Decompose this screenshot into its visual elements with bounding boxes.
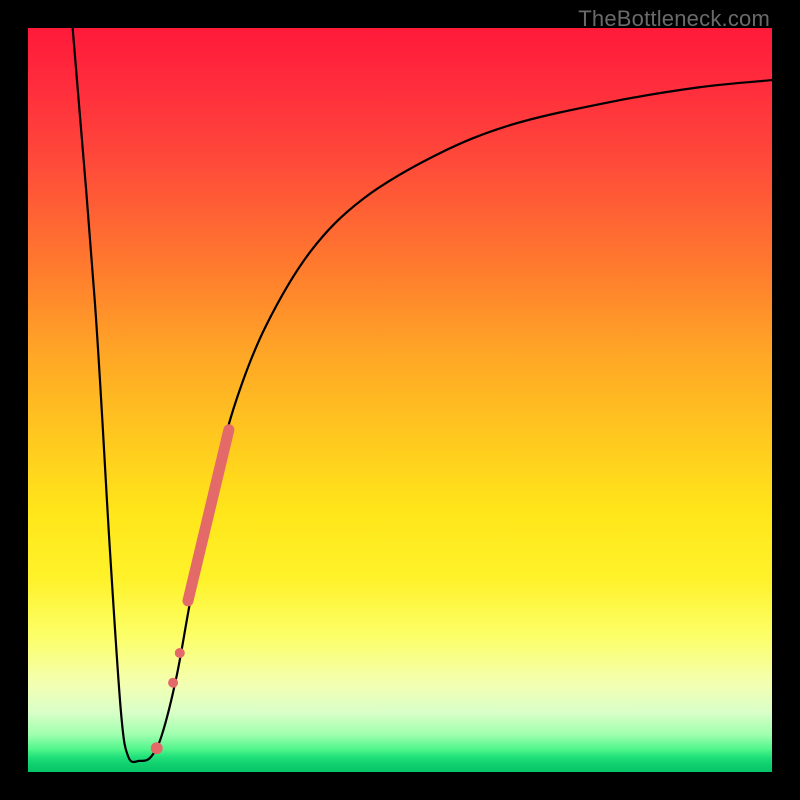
marker-group [151,430,229,754]
marker-dot [175,648,185,658]
chart-frame: TheBottleneck.com [0,0,800,800]
marker-dot [168,678,178,688]
marker-dot [151,742,163,754]
marker-band [188,430,229,601]
curve-layer [28,28,772,772]
